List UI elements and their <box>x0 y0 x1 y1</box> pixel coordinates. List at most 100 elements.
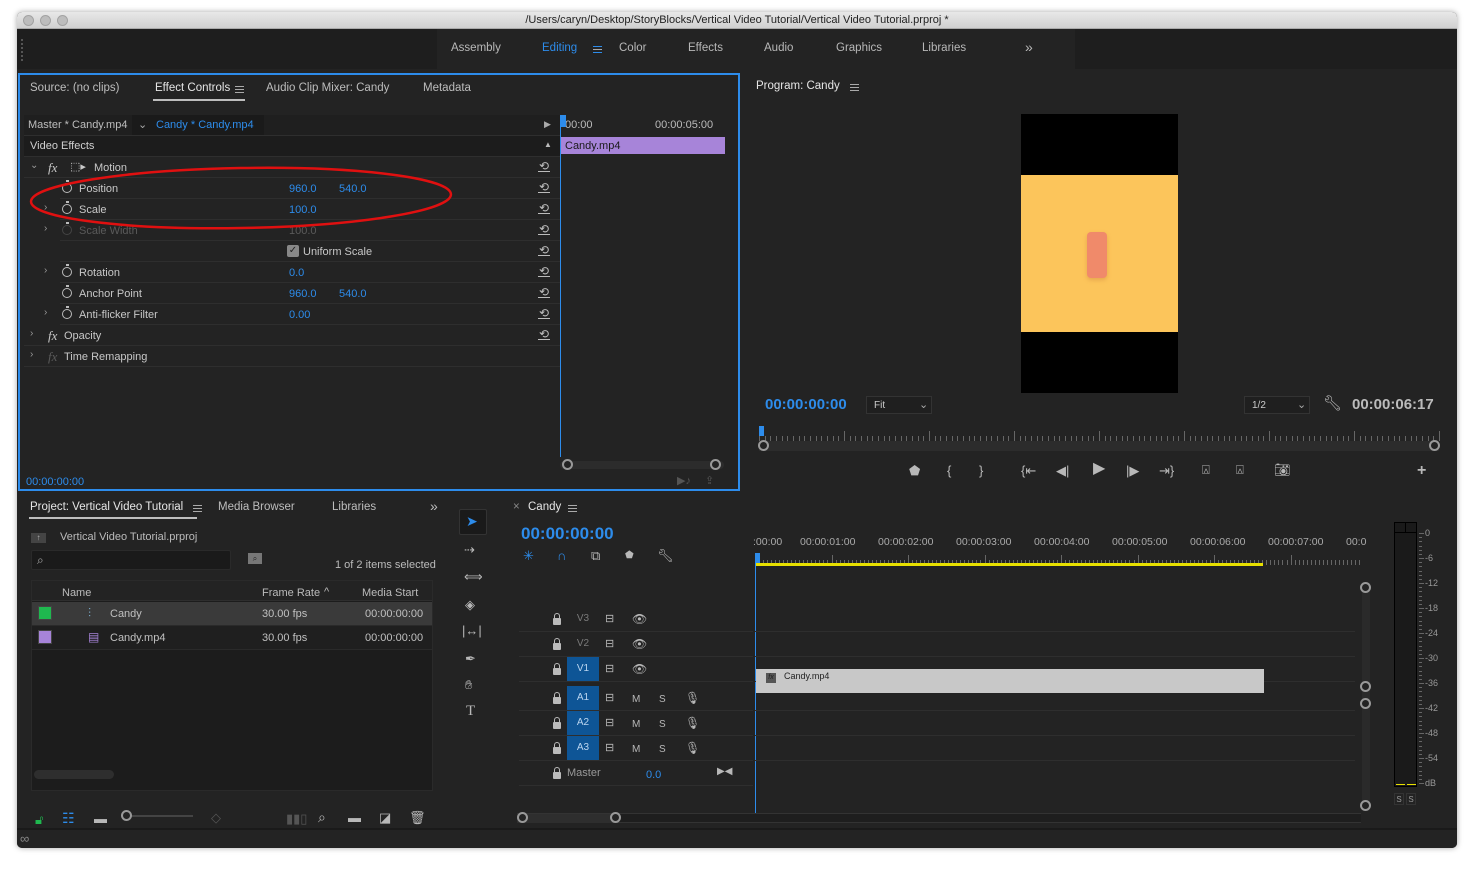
audio-scroll-handle-bottom[interactable] <box>1360 800 1371 811</box>
solo-button[interactable]: S <box>659 718 666 731</box>
solo-right-button[interactable]: S <box>1406 793 1416 805</box>
label-color-swatch[interactable] <box>38 606 52 620</box>
go-to-in-icon[interactable]: {⇤ <box>1021 464 1036 477</box>
microphone-icon[interactable]: 🎙︎ <box>685 717 700 730</box>
eye-icon[interactable]: 👁︎ <box>632 638 647 651</box>
eye-icon[interactable]: 👁︎ <box>632 613 647 626</box>
step-forward-icon[interactable]: |▶ <box>1126 464 1139 477</box>
linked-selection-icon[interactable]: ⧉ <box>591 549 600 562</box>
sort-icons-icon[interactable]: ◇ <box>211 811 221 824</box>
play-icon[interactable]: ▶ <box>1093 461 1105 477</box>
track-target-button[interactable]: A2 <box>567 711 599 735</box>
mark-in-icon[interactable]: { <box>947 464 951 477</box>
toggle-sync-lock-icon[interactable]: ⊟ <box>605 613 614 626</box>
folder-up-icon[interactable]: ↑ <box>31 533 46 543</box>
property-value[interactable]: 960.0 <box>289 288 317 300</box>
reset-parameter-icon[interactable]: ⟲ <box>538 202 550 214</box>
tab-libraries[interactable]: Libraries <box>332 501 376 513</box>
property-value[interactable]: 540.0 <box>339 288 367 300</box>
extract-icon[interactable]: ⍓ <box>1236 463 1244 476</box>
timeline-horizontal-scrollbar[interactable] <box>517 812 1361 823</box>
go-to-out-icon[interactable]: ⇥} <box>1159 464 1174 477</box>
trash-icon[interactable]: 🗑︎ <box>409 811 426 824</box>
find-icon[interactable]: ⌕ <box>318 810 326 824</box>
add-marker-icon[interactable]: ⬟ <box>625 549 634 562</box>
video-scroll-handle-top[interactable] <box>1360 582 1371 593</box>
timeline-clip[interactable]: fx Candy.mp4 <box>756 669 1264 693</box>
effect-row-time-remapping[interactable]: › fx Time Remapping <box>24 346 560 367</box>
add-marker-icon[interactable]: ⬟ <box>909 464 920 477</box>
timeline-settings-wrench-icon[interactable]: 🔧︎ <box>657 549 674 562</box>
program-menu-icon[interactable] <box>850 84 859 91</box>
microphone-icon[interactable]: 🎙︎ <box>685 742 700 755</box>
step-back-icon[interactable]: ◀| <box>1056 464 1069 477</box>
lock-icon[interactable] <box>553 692 561 704</box>
eye-icon[interactable]: 👁︎ <box>632 663 647 676</box>
drag-grip[interactable] <box>21 39 23 61</box>
vertical-scrollbar[interactable] <box>1362 583 1370 803</box>
scroll-handle-right[interactable] <box>610 812 621 823</box>
project-list-item[interactable]: ▤ Candy.mp4 30.00 fps 00:00:00:00 <box>32 626 432 650</box>
tab-metadata[interactable]: Metadata <box>423 82 471 94</box>
panel-menu-icon[interactable] <box>235 86 244 93</box>
project-search-input[interactable]: ⌕ <box>31 550 231 570</box>
toggle-sync-lock-icon[interactable]: ⊟ <box>605 692 614 705</box>
lock-icon[interactable] <box>553 742 561 754</box>
hand-icon[interactable]: ✋︎ <box>465 678 472 691</box>
minimize-window-button[interactable] <box>40 15 51 26</box>
mute-button[interactable]: M <box>632 743 640 756</box>
lock-icon[interactable] <box>553 663 561 675</box>
play-audio-icon[interactable]: ▶♪ <box>677 474 691 487</box>
tab-effect-controls[interactable]: Effect Controls <box>155 82 230 94</box>
double-chevron-right-icon[interactable]: » <box>1025 39 1033 55</box>
lift-icon[interactable]: ⍓ <box>1202 463 1210 476</box>
column-name[interactable]: Name <box>62 587 91 599</box>
chevron-right-icon[interactable]: › <box>30 349 33 360</box>
column-media-start[interactable]: Media Start <box>362 587 418 599</box>
toggle-sync-lock-icon[interactable]: ⊟ <box>605 717 614 730</box>
close-window-button[interactable] <box>23 15 34 26</box>
collapse-arrow-icon[interactable]: ▲ <box>544 140 552 149</box>
mini-playhead[interactable] <box>561 115 566 127</box>
solo-button[interactable]: S <box>659 693 666 706</box>
slider-handle[interactable] <box>121 810 132 821</box>
bowtie-icon[interactable]: ▶◀ <box>717 765 732 778</box>
program-zoom-scrollbar[interactable] <box>758 440 1440 451</box>
ec-timecode[interactable]: 00:00:00:00 <box>26 476 84 488</box>
resolution-select[interactable]: 1/2 ⌄ <box>1244 396 1310 414</box>
scroll-handle-right[interactable] <box>710 459 721 470</box>
sequence-tab[interactable]: Candy <box>528 501 561 513</box>
label-color-swatch[interactable] <box>38 630 52 644</box>
wrench-icon[interactable]: 🔧︎ <box>1323 396 1342 411</box>
reset-parameter-icon[interactable]: ⟲ <box>538 265 550 277</box>
add-button-plus-icon[interactable]: + <box>1417 463 1426 479</box>
effect-row-anti-flicker-filter[interactable]: › Anti-flicker Filter 0.00 <box>44 304 560 325</box>
microphone-icon[interactable]: 🎙︎ <box>685 692 700 705</box>
find-bin-icon[interactable]: ⌕ <box>248 553 262 564</box>
lock-open-icon[interactable]: 🔓︎ <box>35 813 43 826</box>
workspace-audio[interactable]: Audio <box>764 42 793 54</box>
pen-icon[interactable]: ✒︎ <box>465 652 476 665</box>
type-tool-icon[interactable]: T <box>466 704 475 719</box>
reset-parameter-icon[interactable]: ⟲ <box>538 286 550 298</box>
solo-left-button[interactable]: S <box>1394 793 1404 805</box>
chevron-right-icon[interactable]: › <box>30 328 33 339</box>
audio-scroll-handle-top[interactable] <box>1360 698 1371 709</box>
icon-view-icon[interactable]: ▬ <box>94 812 107 825</box>
timeline-ruler[interactable]: :00:00 00:00:01:00 00:00:02:00 00:00:03:00 0… <box>753 533 1366 567</box>
scroll-handle-right[interactable] <box>1429 440 1440 451</box>
scroll-handle-left[interactable] <box>562 459 573 470</box>
stopwatch-icon[interactable] <box>62 285 72 298</box>
scroll-thumb[interactable] <box>517 814 612 823</box>
creative-cloud-icon[interactable]: ∞ <box>20 832 29 845</box>
fx-toggle-icon[interactable]: fx <box>48 328 57 344</box>
mini-zoom-scrollbar[interactable] <box>560 459 724 470</box>
track-target-button[interactable]: A1 <box>567 686 599 710</box>
effect-row-uniform-scale[interactable]: ✓ Uniform Scale <box>60 241 560 262</box>
double-chevron-right-icon[interactable]: » <box>430 498 438 514</box>
chevron-right-icon[interactable]: › <box>44 307 47 318</box>
clip-dropdown[interactable]: ⌄ Candy * Candy.mp4 <box>132 115 264 135</box>
lock-icon[interactable] <box>553 767 561 779</box>
program-ruler[interactable] <box>759 429 1440 441</box>
zoom-level-select[interactable]: Fit ⌄ <box>866 396 932 414</box>
